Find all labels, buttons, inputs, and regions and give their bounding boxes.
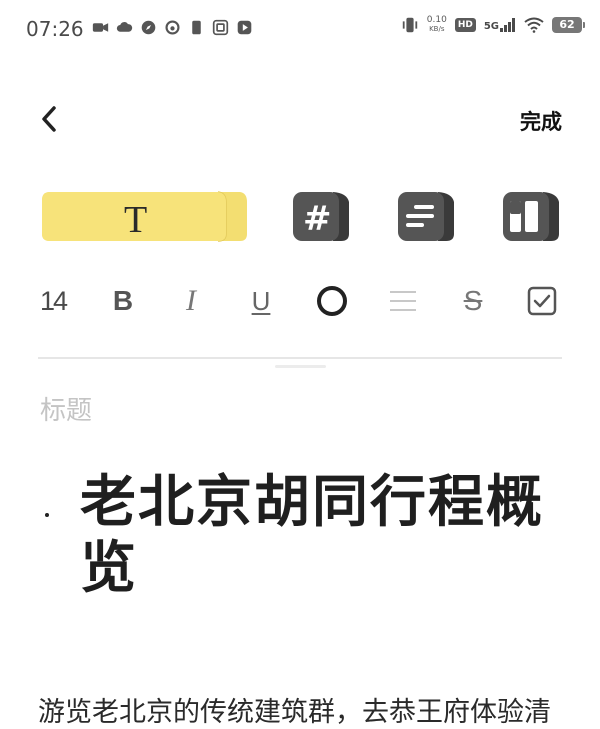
text-style-glyph: T [124, 199, 147, 241]
signal-icon: 5G [484, 18, 516, 32]
strikethrough-button[interactable]: S [456, 283, 490, 319]
tab-text-style[interactable]: T [40, 190, 247, 242]
net-speed: 0.10 KB/s [426, 15, 447, 34]
play-icon [237, 20, 252, 35]
bullet-icon [45, 513, 49, 517]
font-size-button[interactable]: 14 [36, 283, 70, 319]
tab-list[interactable] [396, 190, 456, 242]
netease-music-icon [165, 20, 180, 35]
battery-indicator: 62 [552, 17, 585, 33]
compass-icon [141, 20, 156, 35]
hashtag-icon: # [303, 199, 332, 239]
camera-icon [92, 23, 109, 32]
tab-hashtag[interactable]: # [291, 190, 351, 242]
underline-button[interactable]: U [246, 283, 276, 319]
wifi-icon [524, 17, 544, 33]
tab-columns[interactable] [501, 190, 561, 242]
note-heading[interactable]: 老北京胡同行程概览 [80, 470, 560, 602]
align-button[interactable] [386, 283, 420, 319]
status-system-icons: 0.10 KB/s HD 5G 62 [401, 15, 585, 34]
title-input[interactable]: 标题 [40, 390, 92, 427]
toolbar-divider [38, 357, 562, 359]
sim-icon [192, 20, 201, 35]
copy-icon [212, 19, 229, 36]
back-button[interactable] [36, 102, 64, 136]
italic-button[interactable]: I [176, 283, 206, 319]
note-body[interactable]: 游览老北京的传统建筑群，去恭王府体验清 [38, 690, 578, 729]
network-type: 5G [483, 21, 499, 32]
text-color-button[interactable] [314, 283, 350, 319]
color-circle-icon [317, 286, 347, 316]
checkbox-icon [527, 286, 557, 316]
done-button[interactable]: 完成 [520, 106, 562, 136]
checklist-button[interactable] [524, 283, 560, 319]
status-notification-icons [92, 19, 253, 36]
chevron-left-icon [42, 106, 56, 132]
hd-badge: HD [454, 18, 476, 32]
align-lines-icon [390, 291, 416, 311]
bold-button[interactable]: B [108, 283, 138, 319]
status-time: 07:26 [26, 17, 84, 41]
list-icon [398, 192, 454, 241]
cloud-icon [116, 22, 133, 32]
vibrate-icon [402, 17, 417, 33]
columns-icon [503, 192, 559, 241]
drag-handle[interactable] [275, 365, 326, 368]
